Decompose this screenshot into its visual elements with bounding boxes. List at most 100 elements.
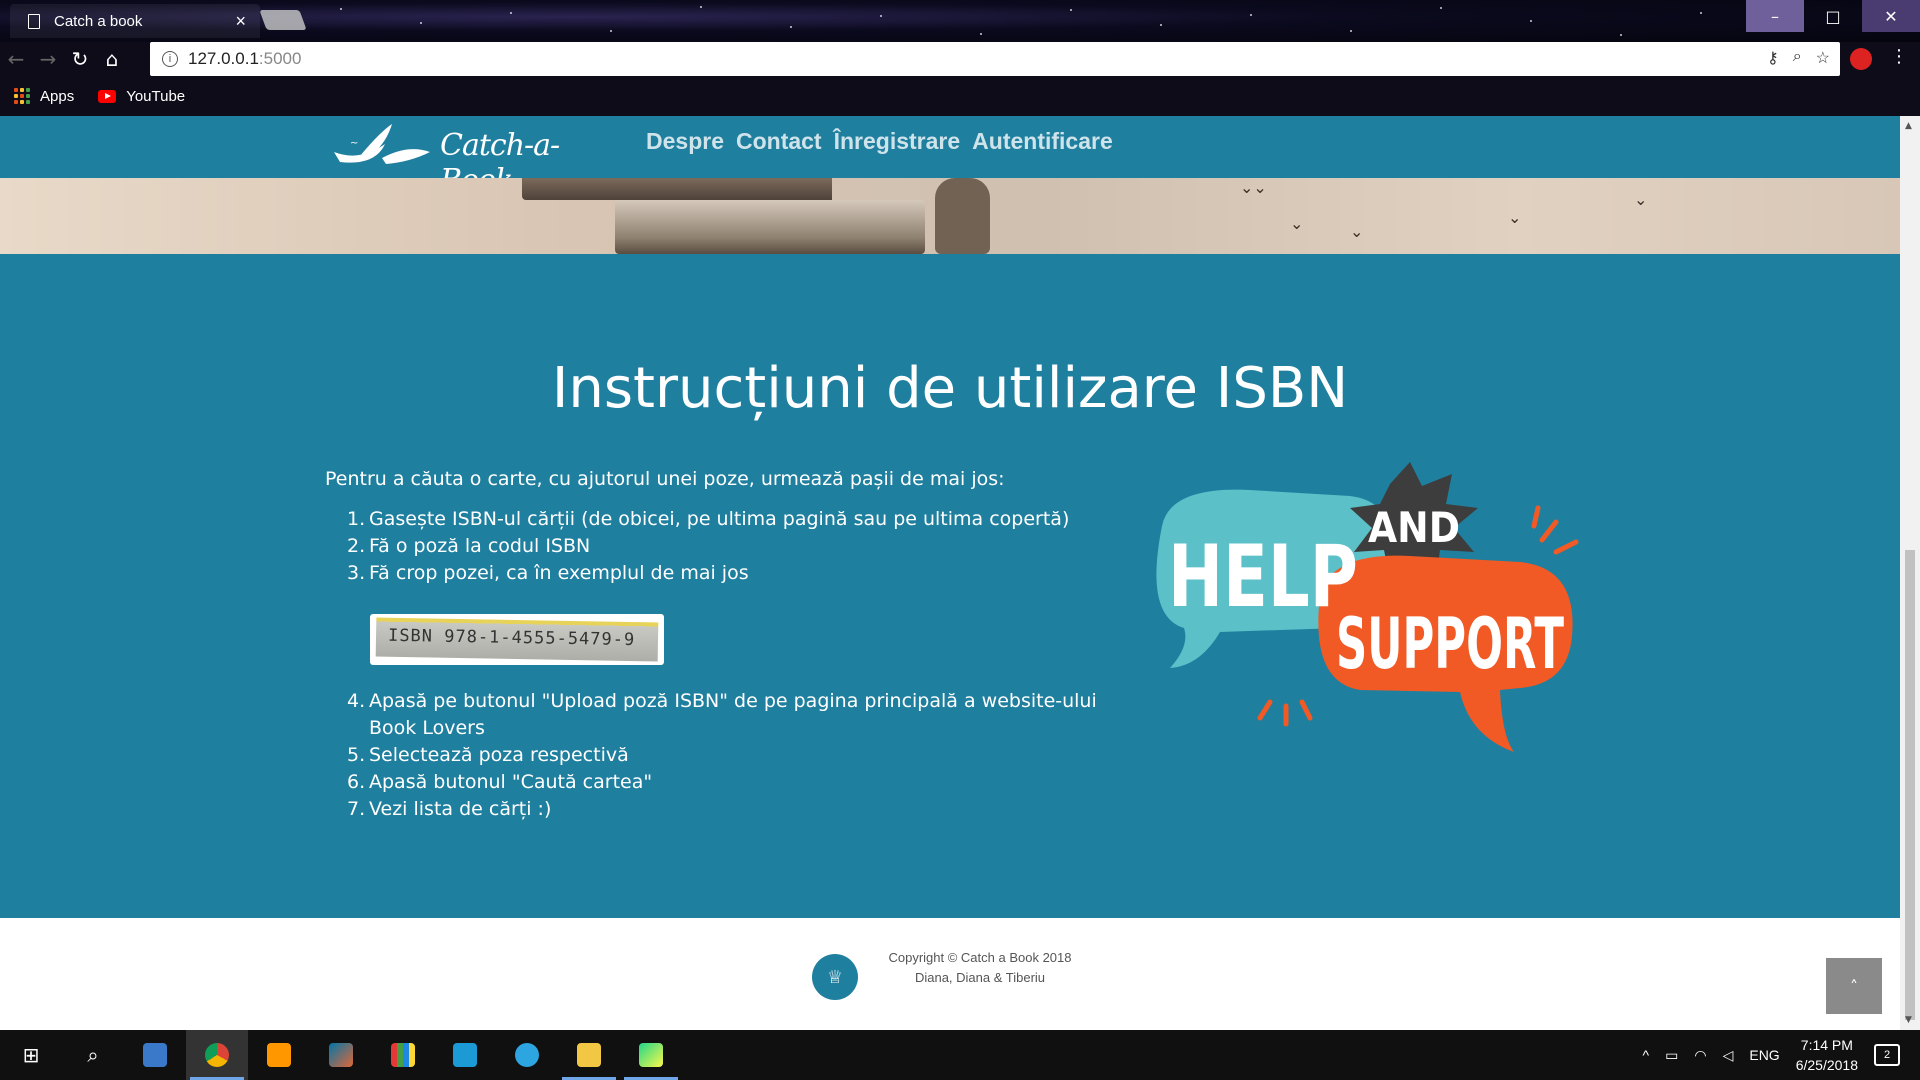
- browser-menu-icon[interactable]: ⋮: [1890, 46, 1908, 67]
- step-text: Fă crop pozei, ca în exemplul de mai jos: [369, 562, 749, 584]
- info-icon[interactable]: i: [162, 51, 178, 67]
- window-controls: – □ ✕: [1746, 0, 1920, 32]
- step-text: Apasă pe butonul "Upload poză ISBN" de p…: [369, 690, 1097, 739]
- zoom-icon[interactable]: ⌕: [1793, 48, 1802, 68]
- step-number: 5.: [347, 744, 366, 766]
- url-host: 127.0.0.1: [188, 49, 259, 68]
- steps-list: 4. Apasă pe butonul "Upload poză ISBN" de…: [325, 688, 1129, 823]
- art-text-support: SUPPORT: [1336, 603, 1564, 685]
- cake-icon[interactable]: ♕: [812, 954, 858, 1000]
- browser-toolbar: ← → ↻ ⌂ i 127.0.0.1 :5000 ⚷ ⌕ ☆ ⋮: [0, 42, 1920, 76]
- step-number: 6.: [347, 771, 366, 793]
- nav-autentificare[interactable]: Autentificare: [972, 128, 1113, 155]
- notifications-icon[interactable]: 2: [1874, 1044, 1900, 1066]
- clock-date: 6/25/2018: [1795, 1057, 1858, 1073]
- pycharm-icon[interactable]: [620, 1030, 682, 1080]
- chart-app-icon[interactable]: [372, 1030, 434, 1080]
- windows-start-icon[interactable]: ⊞: [0, 1030, 62, 1080]
- wifi-icon[interactable]: ◠: [1694, 1047, 1706, 1064]
- step-text: Apasă butonul "Caută cartea": [369, 771, 653, 793]
- battery-icon[interactable]: ▭: [1665, 1047, 1678, 1064]
- search-icon[interactable]: ⌕: [62, 1030, 124, 1080]
- list-item: 3. Fă crop pozei, ca în exemplul de mai j…: [325, 560, 1129, 587]
- nav-inregistrare[interactable]: Înregistrare: [834, 128, 961, 155]
- browser-titlebar: Catch a book × – □ ✕: [0, 0, 1920, 42]
- reload-icon[interactable]: ↻: [64, 43, 96, 75]
- system-tray: ^ ▭ ◠ ◁ ENG 7:14 PM 6/25/2018 2: [1643, 1030, 1920, 1080]
- back-to-top-button[interactable]: ˄: [1826, 958, 1882, 1014]
- back-arrow-icon[interactable]: ←: [0, 43, 32, 75]
- bookmark-youtube[interactable]: YouTube: [126, 88, 185, 105]
- star-bookmark-icon[interactable]: ☆: [1816, 48, 1830, 68]
- nav-contact[interactable]: Contact: [736, 128, 822, 155]
- close-window-button[interactable]: ✕: [1862, 0, 1920, 32]
- youtube-icon[interactable]: [98, 89, 117, 103]
- list-item: 2. Fă o poză la codul ISBN: [325, 533, 1129, 560]
- scrollbar-thumb[interactable]: [1905, 550, 1915, 1020]
- list-item: 5. Selectează poza respectivă: [325, 742, 1129, 769]
- step-number: 3.: [347, 562, 366, 584]
- bird-icon: ⌄: [1634, 190, 1648, 209]
- step-text: Fă o poză la codul ISBN: [369, 535, 591, 557]
- art-text-and: AND: [1368, 503, 1460, 552]
- address-bar[interactable]: i 127.0.0.1 :5000 ⚷ ⌕ ☆: [150, 42, 1840, 76]
- isbn-example-image: ISBN 978-1-4555-5479-9: [370, 614, 664, 665]
- step-number: 4.: [347, 690, 366, 712]
- tab-title: Catch a book: [54, 12, 143, 30]
- sublime-icon[interactable]: [248, 1030, 310, 1080]
- minimize-button[interactable]: –: [1746, 0, 1804, 32]
- site-footer: ♕ Copyright © Catch a Book 2018 Diana, D…: [0, 918, 1900, 1030]
- authors-line: Diana, Diana & Tiberiu: [914, 970, 1046, 985]
- document-icon: [28, 13, 40, 29]
- reader-figure: [935, 178, 990, 254]
- bird-icon: ⌄⌄: [1240, 178, 1267, 197]
- nav-links: Despre Contact Înregistrare Autentificar…: [646, 128, 1113, 155]
- step-text: Selectează poza respectivă: [369, 744, 629, 766]
- extension-icon[interactable]: [1850, 48, 1872, 70]
- bird-icon: ⌄: [1350, 222, 1364, 241]
- desktop-app-icon[interactable]: [124, 1030, 186, 1080]
- chrome-icon[interactable]: [186, 1030, 248, 1080]
- telegram-icon[interactable]: [496, 1030, 558, 1080]
- key-icon[interactable]: ⚷: [1767, 48, 1779, 68]
- apps-grid-icon[interactable]: [14, 88, 30, 104]
- list-item: 1. Gasește ISBN-ul cărții (de obicei, pe …: [325, 506, 1129, 533]
- new-tab-button[interactable]: [259, 10, 307, 30]
- nav-despre[interactable]: Despre: [646, 128, 724, 155]
- file-explorer-icon[interactable]: [558, 1030, 620, 1080]
- scroll-down-icon[interactable]: ▼: [1905, 1015, 1912, 1025]
- bird-icon: ⌄: [1290, 214, 1304, 233]
- clock[interactable]: 7:14 PM 6/25/2018: [1796, 1035, 1858, 1075]
- forward-arrow-icon[interactable]: →: [32, 43, 64, 75]
- step-number: 2.: [347, 535, 366, 557]
- instructions-intro: Pentru a căuta o carte, cu ajutorul unei…: [325, 468, 1005, 490]
- scroll-up-icon[interactable]: ▲: [1905, 121, 1912, 131]
- page-title: Instrucțiuni de utilizare ISBN: [551, 356, 1349, 421]
- home-icon[interactable]: ⌂: [96, 43, 128, 75]
- site-navbar: ~ Catch-a- Book Despre Contact Înregistr…: [0, 116, 1900, 198]
- clock-time: 7:14 PM: [1800, 1037, 1853, 1053]
- language-indicator[interactable]: ENG: [1749, 1047, 1779, 1063]
- isbn-example-text: ISBN 978-1-4555-5479-9: [375, 617, 659, 662]
- step-text: Vezi lista de cărți :): [369, 798, 552, 820]
- url-port: :5000: [258, 49, 302, 68]
- help-and-support-illustration: HELP AND SUPPORT: [1156, 462, 1579, 752]
- site-logo[interactable]: ~ Catch-a- Book: [330, 122, 615, 198]
- copyright-text: Copyright © Catch a Book 2018 Diana, Dia…: [870, 948, 1090, 988]
- art-text-help: HELP: [1168, 527, 1358, 627]
- windows-taskbar: ⊞ ⌕ ^ ▭ ◠ ◁ ENG 7:14 PM 6/25/2018 2: [0, 1030, 1920, 1080]
- browser-tab[interactable]: Catch a book ×: [10, 4, 260, 38]
- step-number: 1.: [347, 508, 366, 530]
- steps-list: 1. Gasește ISBN-ul cărții (de obicei, pe …: [325, 506, 1129, 587]
- chevron-up-icon[interactable]: ^: [1643, 1047, 1650, 1063]
- bookmark-apps[interactable]: Apps: [40, 88, 74, 105]
- svg-text:~: ~: [350, 138, 358, 149]
- instagram-icon[interactable]: [434, 1030, 496, 1080]
- close-tab-icon[interactable]: ×: [235, 11, 246, 32]
- page-scrollbar[interactable]: ▲ ▼: [1900, 116, 1920, 1030]
- maximize-button[interactable]: □: [1804, 0, 1862, 32]
- bird-book-icon: ~: [334, 124, 430, 164]
- matlab-icon[interactable]: [310, 1030, 372, 1080]
- volume-icon[interactable]: ◁: [1723, 1047, 1734, 1064]
- bookmarks-bar: Apps YouTube: [0, 76, 1920, 116]
